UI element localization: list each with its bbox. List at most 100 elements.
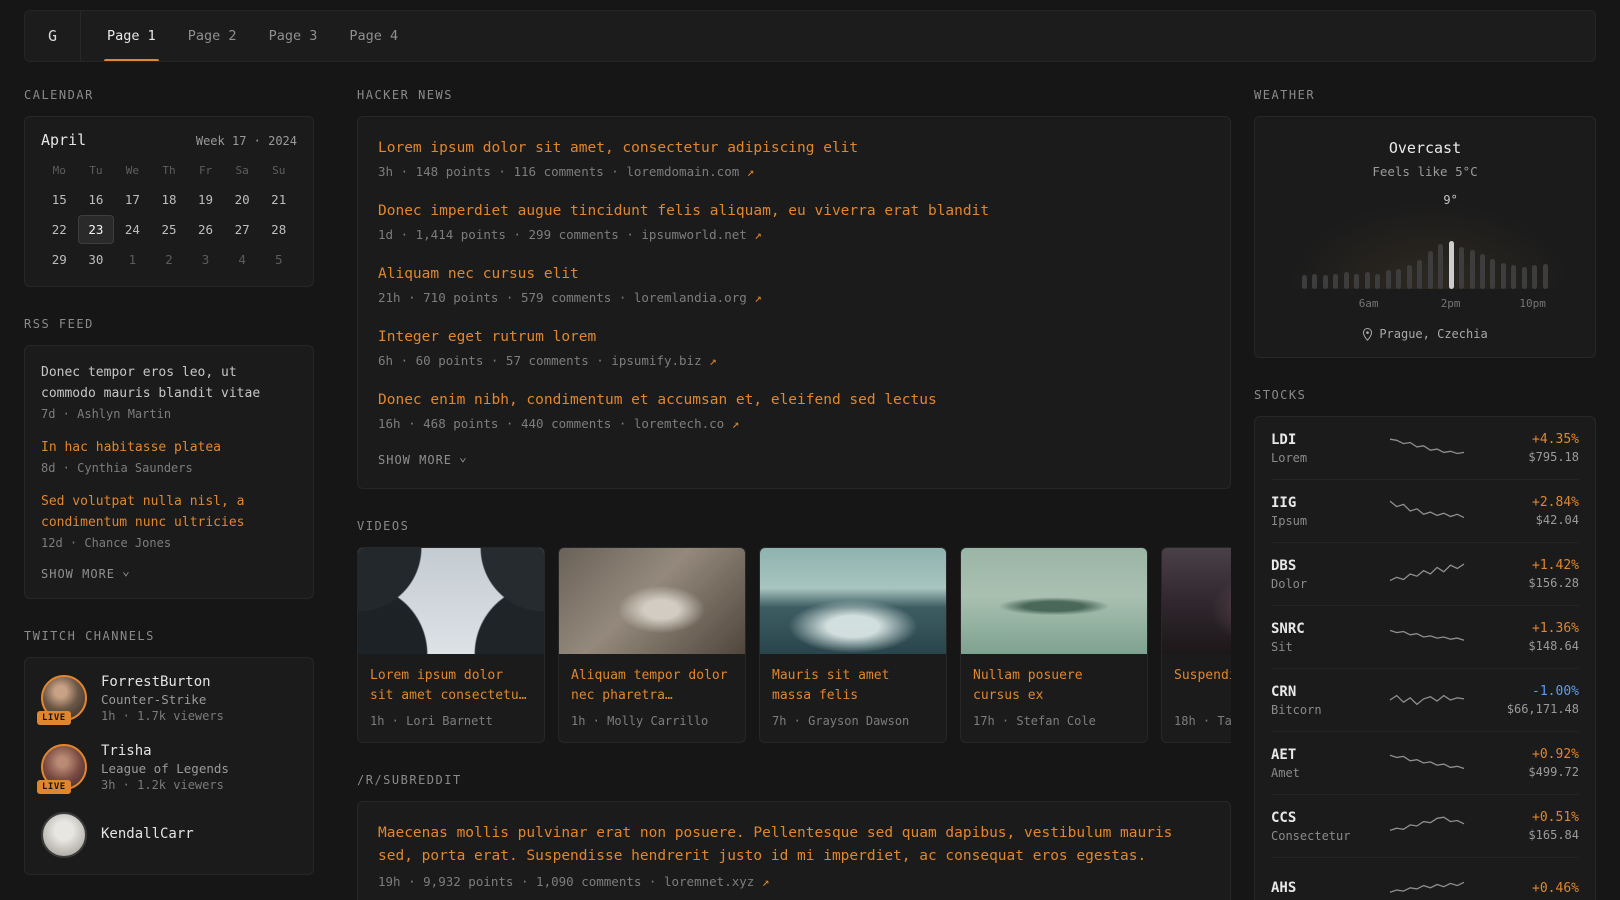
stock-change: +0.92% — [1483, 747, 1579, 762]
stock-name: Bitcorn — [1271, 703, 1371, 717]
twitch-channel[interactable]: LIVE Trisha League of Legends 3h · 1.2k … — [41, 743, 297, 792]
calendar-day: 16 — [78, 185, 115, 214]
rss-item: Sed volutpat nulla nisl, a condimentum n… — [41, 491, 297, 550]
subreddit-section: /R/SUBREDDIT Maecenas mollis pulvinar er… — [357, 773, 1231, 900]
video-meta: 18h · Tara — [1174, 714, 1231, 728]
video-thumbnail — [559, 548, 745, 654]
weather-bar — [1407, 265, 1412, 289]
weather-axis-label: 2pm — [1441, 297, 1461, 310]
stock-info: IIGIpsum — [1271, 495, 1371, 528]
calendar-day: 4 — [224, 245, 261, 274]
stock-row: CRNBitcorn -1.00%$66,171.48 — [1271, 669, 1579, 732]
hacker-news-section-title: HACKER NEWS — [357, 88, 1231, 102]
weather-bar — [1333, 274, 1338, 289]
channel-name: KendallCarr — [101, 826, 194, 842]
story-meta-text: 16h · 468 points · 440 comments · — [378, 416, 634, 431]
story-source-link[interactable]: loremdomain.com ↗ — [626, 164, 754, 179]
app-logo[interactable]: G — [25, 11, 81, 61]
calendar-day: 18 — [151, 185, 188, 214]
video-body: Aliquam tempor dolor nec pharetra… 1h · … — [559, 654, 745, 742]
weather-feels-like: Feels like 5°C — [1271, 164, 1579, 179]
page-tabs: Page 1 Page 2 Page 3 Page 4 — [91, 11, 414, 61]
calendar-day: 1 — [114, 245, 151, 274]
top-navigation-bar: G Page 1 Page 2 Page 3 Page 4 — [24, 10, 1596, 62]
weather-bar — [1312, 274, 1317, 289]
story-source-link[interactable]: ipsumify.biz ↗ — [611, 353, 716, 368]
rss-item: Donec tempor eros leo, ut commodo mauris… — [41, 362, 297, 421]
video-title: Lorem ipsum dolor sit amet consectetu… — [370, 666, 532, 706]
video-card[interactable]: Aliquam tempor dolor nec pharetra… 1h · … — [558, 547, 746, 743]
stock-sparkline — [1389, 687, 1465, 713]
stock-ticker: AHS — [1271, 880, 1371, 896]
stock-ticker: CRN — [1271, 684, 1371, 700]
story-title[interactable]: Lorem ipsum dolor sit amet, consectetur … — [378, 137, 1210, 160]
tab-page-2[interactable]: Page 2 — [185, 11, 240, 61]
stock-row: CCSConsectetur +0.51%$165.84 — [1271, 795, 1579, 858]
calendar-day-header: Su — [260, 157, 297, 184]
video-card[interactable]: Suspendisse diam 18h · Tara — [1161, 547, 1231, 743]
story-source: ipsumify.biz — [611, 353, 701, 368]
rss-show-more-button[interactable]: SHOW MORE ⌄ — [41, 566, 131, 581]
external-link-icon: ↗ — [762, 874, 770, 889]
channel-game: League of Legends — [101, 761, 229, 776]
stock-name: Lorem — [1271, 451, 1371, 465]
rss-item-title[interactable]: In hac habitasse platea — [41, 437, 297, 458]
twitch-channel[interactable]: LIVE ForrestBurton Counter-Strike 1h · 1… — [41, 674, 297, 723]
story-item: Lorem ipsum dolor sit amet, consectetur … — [378, 137, 1210, 179]
calendar-day: 15 — [41, 185, 78, 214]
calendar-day: 3 — [187, 245, 224, 274]
story-source-link[interactable]: ipsumworld.net ↗ — [641, 227, 761, 242]
hacker-news-show-more-button[interactable]: SHOW MORE ⌄ — [378, 452, 468, 467]
tab-page-1[interactable]: Page 1 — [104, 11, 159, 61]
channel-name: Trisha — [101, 743, 229, 759]
stocks-widget: LDILorem +4.35%$795.18 IIGIpsum +2.84%$4… — [1254, 416, 1596, 900]
story-title[interactable]: Aliquam nec cursus elit — [378, 263, 1210, 286]
calendar-day: 21 — [260, 185, 297, 214]
video-title: Mauris sit amet massa felis — [772, 666, 934, 706]
stock-sparkline-slot — [1371, 877, 1483, 900]
channel-name: ForrestBurton — [101, 674, 224, 690]
channel-avatar — [41, 812, 87, 858]
stock-sparkline — [1389, 624, 1465, 650]
video-meta: 17h · Stefan Cole — [973, 714, 1135, 728]
hacker-news-section: HACKER NEWS Lorem ipsum dolor sit amet, … — [357, 88, 1231, 489]
story-title[interactable]: Integer eget rutrum lorem — [378, 326, 1210, 349]
video-card[interactable]: Nullam posuere cursus ex 17h · Stefan Co… — [960, 547, 1148, 743]
weather-bar — [1470, 250, 1475, 289]
rss-item-meta: 7d · Ashlyn Martin — [41, 407, 297, 421]
live-badge: LIVE — [37, 780, 71, 794]
video-body: Nullam posuere cursus ex 17h · Stefan Co… — [961, 654, 1147, 742]
channel-game: Counter-Strike — [101, 692, 224, 707]
story-source: loremtech.co — [634, 416, 724, 431]
calendar-day: 24 — [114, 215, 151, 244]
video-card[interactable]: Lorem ipsum dolor sit amet consectetu… 1… — [357, 547, 545, 743]
story-title[interactable]: Donec enim nibh, condimentum et accumsan… — [378, 389, 1210, 412]
stock-change: +1.36% — [1483, 621, 1579, 636]
post-source-link[interactable]: loremnet.xyz ↗ — [664, 874, 769, 889]
story-source-link[interactable]: loremtech.co ↗ — [634, 416, 739, 431]
video-card[interactable]: Mauris sit amet massa felis 7h · Grayson… — [759, 547, 947, 743]
stock-ticker: CCS — [1271, 810, 1371, 826]
tab-page-3[interactable]: Page 3 — [266, 11, 321, 61]
weather-bar — [1375, 274, 1380, 289]
rss-item-meta: 8d · Cynthia Saunders — [41, 461, 297, 475]
story-title[interactable]: Donec imperdiet augue tincidunt felis al… — [378, 200, 1210, 223]
rss-item-title[interactable]: Donec tempor eros leo, ut commodo mauris… — [41, 362, 297, 404]
post-title[interactable]: Maecenas mollis pulvinar erat non posuer… — [378, 822, 1210, 868]
calendar-section-title: CALENDAR — [24, 88, 314, 102]
stock-sparkline — [1389, 813, 1465, 839]
story-meta: 21h · 710 points · 579 comments · loreml… — [378, 290, 1210, 305]
story-source-link[interactable]: loremlandia.org ↗ — [634, 290, 762, 305]
stock-price: $148.64 — [1483, 639, 1579, 653]
twitch-widget: LIVE ForrestBurton Counter-Strike 1h · 1… — [24, 657, 314, 875]
stock-sparkline — [1389, 877, 1465, 900]
stock-values: +2.84%$42.04 — [1483, 495, 1579, 527]
story-meta-text: 6h · 60 points · 57 comments · — [378, 353, 611, 368]
weather-widget: Overcast Feels like 5°C 9° 6am2pm10pm Pr… — [1254, 116, 1596, 358]
rss-item-title[interactable]: Sed volutpat nulla nisl, a condimentum n… — [41, 491, 297, 533]
stock-info: AETAmet — [1271, 747, 1371, 780]
tab-page-4[interactable]: Page 4 — [346, 11, 401, 61]
twitch-channel[interactable]: LIVE KendallCarr — [41, 812, 297, 858]
stock-name: Ipsum — [1271, 514, 1371, 528]
weather-bar — [1501, 263, 1506, 289]
